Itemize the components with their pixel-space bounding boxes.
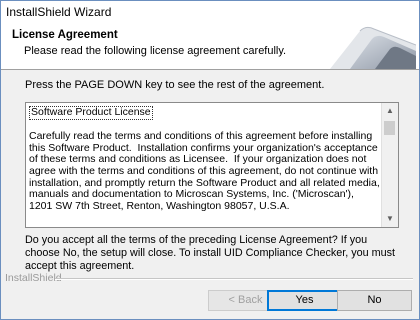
installshield-wizard-window: InstallShield Wizard License Agreement P… [0, 0, 420, 320]
header-graphic [320, 23, 416, 69]
license-body: Carefully read the terms and conditions … [29, 130, 380, 212]
yes-button[interactable]: Yes [267, 290, 342, 311]
scrollbar-thumb[interactable] [384, 121, 395, 135]
license-text-box[interactable]: Software Product License Carefully read … [25, 102, 399, 228]
installshield-brand-label: InstallShield [5, 272, 62, 284]
license-heading: Software Product License [29, 106, 153, 120]
license-scrollbar[interactable]: ▲ ▼ [381, 103, 398, 227]
no-button[interactable]: No [337, 290, 412, 311]
license-content: Software Product License Carefully read … [29, 106, 380, 212]
accept-question: Do you accept all the terms of the prece… [25, 234, 396, 272]
page-subtitle: Please read the following license agreem… [24, 45, 287, 57]
chevron-down-icon[interactable]: ▼ [382, 211, 398, 227]
page-title: License Agreement [12, 29, 118, 41]
window-title: InstallShield Wizard [6, 5, 112, 19]
brand-separator: InstallShield [1, 272, 419, 284]
wizard-header: License Agreement Please read the follow… [1, 23, 419, 70]
page-down-instruction: Press the PAGE DOWN key to see the rest … [25, 79, 325, 91]
chevron-up-icon[interactable]: ▲ [382, 103, 398, 119]
title-bar[interactable]: InstallShield Wizard [1, 1, 419, 23]
separator-line [55, 278, 413, 280]
